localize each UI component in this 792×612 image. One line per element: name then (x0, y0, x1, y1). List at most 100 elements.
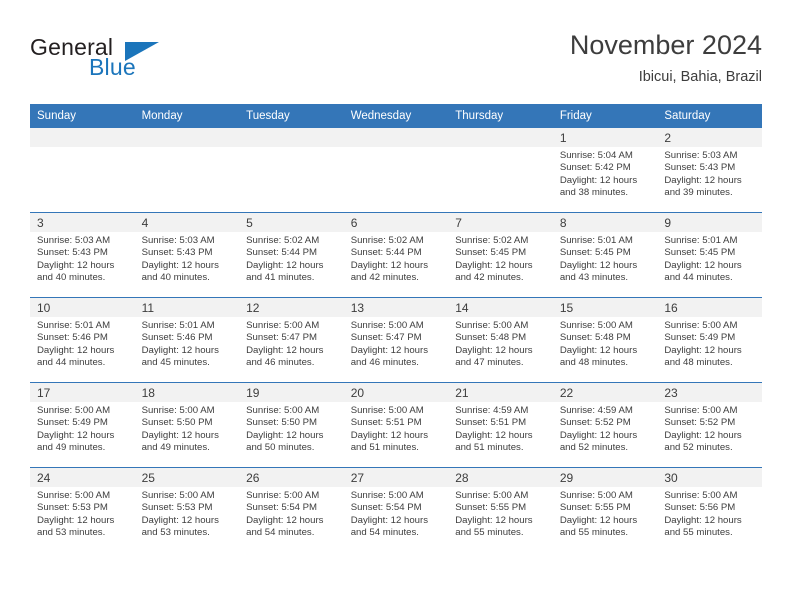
calendar-cell[interactable]: 5 Sunrise: 5:02 AM Sunset: 5:44 PM Daylight… (239, 212, 344, 298)
general-blue-logo[interactable]: General Blue (30, 34, 230, 88)
day-cell[interactable]: 21 Sunrise: 4:59 AM Sunset: 5:51 PM Dayligh… (448, 383, 553, 467)
day-cell-empty (134, 128, 240, 212)
calendar-cell[interactable]: 2 Sunrise: 5:03 AM Sunset: 5:43 PM Daylight… (657, 128, 762, 213)
calendar-cell[interactable] (239, 128, 344, 213)
calendar-cell[interactable] (448, 128, 553, 213)
day-cell[interactable]: 20 Sunrise: 5:00 AM Sunset: 5:51 PM Dayligh… (343, 383, 449, 467)
day-cell[interactable]: 24 Sunrise: 5:00 AM Sunset: 5:53 PM Dayligh… (30, 468, 135, 552)
sunset-text: Sunset: 5:46 PM (141, 332, 213, 344)
day-cell[interactable]: 22 Sunrise: 4:59 AM Sunset: 5:52 PM Dayligh… (552, 383, 658, 467)
calendar-cell[interactable]: 27 Sunrise: 5:00 AM Sunset: 5:54 PM Dayligh… (343, 467, 449, 552)
calendar-cell[interactable]: 18 Sunrise: 5:00 AM Sunset: 5:50 PM Dayligh… (134, 382, 240, 468)
day-number: 15 (552, 298, 658, 317)
day-cell[interactable]: 28 Sunrise: 5:00 AM Sunset: 5:55 PM Dayligh… (448, 468, 553, 552)
sun-info: Sunrise: 4:59 AM Sunset: 5:52 PM Daylight:… (553, 402, 658, 455)
daylight-text-line1: Daylight: 12 hours (350, 429, 429, 441)
calendar-cell[interactable]: 3 Sunrise: 5:03 AM Sunset: 5:43 PM Daylight… (30, 212, 135, 298)
sunrise-text: Sunrise: 5:00 AM (455, 320, 529, 331)
sunset-text: Sunset: 5:54 PM (350, 502, 422, 514)
day-cell[interactable]: 23 Sunrise: 5:00 AM Sunset: 5:52 PM Dayligh… (657, 383, 762, 467)
day-cell[interactable]: 10 Sunrise: 5:01 AM Sunset: 5:46 PM Dayligh… (30, 298, 135, 382)
calendar-cell[interactable]: 22 Sunrise: 4:59 AM Sunset: 5:52 PM Dayligh… (552, 382, 658, 468)
day-cell[interactable]: 30 Sunrise: 5:00 AM Sunset: 5:56 PM Dayligh… (657, 468, 762, 552)
sun-info: Sunrise: 5:01 AM Sunset: 5:45 PM Daylight:… (657, 232, 762, 285)
day-cell[interactable]: 15 Sunrise: 5:00 AM Sunset: 5:48 PM Dayligh… (552, 298, 658, 382)
sunset-text: Sunset: 5:55 PM (559, 502, 631, 514)
calendar-cell[interactable]: 26 Sunrise: 5:00 AM Sunset: 5:54 PM Dayligh… (239, 467, 344, 552)
day-number: 14 (448, 298, 553, 317)
day-cell[interactable]: 7 Sunrise: 5:02 AM Sunset: 5:45 PM Daylight… (448, 213, 553, 297)
day-number: 30 (657, 468, 762, 487)
day-cell[interactable]: 12 Sunrise: 5:00 AM Sunset: 5:47 PM Dayligh… (239, 298, 344, 382)
day-cell[interactable]: 8 Sunrise: 5:01 AM Sunset: 5:45 PM Daylight… (552, 213, 658, 297)
day-cell[interactable]: 26 Sunrise: 5:00 AM Sunset: 5:54 PM Dayligh… (239, 468, 344, 552)
day-number: 3 (30, 213, 135, 232)
daylight-text-line1: Daylight: 12 hours (246, 429, 324, 441)
day-number: 19 (239, 383, 344, 402)
day-cell-empty (30, 128, 135, 212)
day-cell[interactable]: 4 Sunrise: 5:03 AM Sunset: 5:43 PM Daylight… (134, 213, 240, 297)
day-cell[interactable]: 25 Sunrise: 5:00 AM Sunset: 5:53 PM Dayligh… (134, 468, 240, 552)
sunset-text: Sunset: 5:50 PM (141, 417, 213, 429)
daylight-text-line1: Daylight: 12 hours (350, 344, 429, 356)
sunrise-text: Sunrise: 5:03 AM (37, 235, 111, 246)
calendar-cell[interactable]: 30 Sunrise: 5:00 AM Sunset: 5:56 PM Dayligh… (657, 467, 762, 552)
calendar-cell[interactable]: 14 Sunrise: 5:00 AM Sunset: 5:48 PM Dayligh… (448, 297, 553, 383)
day-cell[interactable]: 11 Sunrise: 5:01 AM Sunset: 5:46 PM Dayligh… (134, 298, 240, 382)
day-cell[interactable]: 6 Sunrise: 5:02 AM Sunset: 5:44 PM Daylight… (343, 213, 449, 297)
calendar-cell[interactable]: 17 Sunrise: 5:00 AM Sunset: 5:49 PM Dayligh… (30, 382, 135, 468)
day-number: 17 (30, 383, 135, 402)
calendar-cell[interactable] (30, 128, 135, 213)
calendar-cell[interactable]: 20 Sunrise: 5:00 AM Sunset: 5:51 PM Dayligh… (343, 382, 449, 468)
day-cell[interactable]: 1 Sunrise: 5:04 AM Sunset: 5:42 PM Daylight… (552, 128, 658, 212)
sunrise-text: Sunrise: 5:00 AM (559, 320, 633, 331)
sunset-text: Sunset: 5:53 PM (37, 502, 108, 514)
day-number: 7 (448, 213, 553, 232)
day-cell[interactable]: 17 Sunrise: 5:00 AM Sunset: 5:49 PM Dayligh… (30, 383, 135, 467)
calendar-cell[interactable]: 4 Sunrise: 5:03 AM Sunset: 5:43 PM Daylight… (134, 212, 240, 298)
daylight-text-line2: and 43 minutes. (559, 272, 629, 284)
day-cell[interactable]: 27 Sunrise: 5:00 AM Sunset: 5:54 PM Dayligh… (343, 468, 449, 552)
sunrise-text: Sunrise: 5:00 AM (246, 320, 320, 331)
calendar-cell[interactable]: 12 Sunrise: 5:00 AM Sunset: 5:47 PM Dayligh… (239, 297, 344, 383)
calendar-cell[interactable]: 10 Sunrise: 5:01 AM Sunset: 5:46 PM Dayligh… (30, 297, 135, 383)
day-cell[interactable]: 5 Sunrise: 5:02 AM Sunset: 5:44 PM Daylight… (239, 213, 344, 297)
daylight-text-line2: and 48 minutes. (664, 357, 733, 369)
calendar-cell[interactable]: 7 Sunrise: 5:02 AM Sunset: 5:45 PM Daylight… (448, 212, 553, 298)
day-cell[interactable]: 29 Sunrise: 5:00 AM Sunset: 5:55 PM Dayligh… (552, 468, 658, 552)
calendar-cell[interactable]: 9 Sunrise: 5:01 AM Sunset: 5:45 PM Daylight… (657, 212, 762, 298)
sunrise-text: Sunrise: 5:00 AM (350, 405, 424, 416)
calendar-cell[interactable]: 11 Sunrise: 5:01 AM Sunset: 5:46 PM Dayligh… (134, 297, 240, 383)
calendar-cell[interactable]: 28 Sunrise: 5:00 AM Sunset: 5:55 PM Dayligh… (448, 467, 553, 552)
day-cell[interactable]: 19 Sunrise: 5:00 AM Sunset: 5:50 PM Dayligh… (239, 383, 344, 467)
calendar-cell[interactable]: 8 Sunrise: 5:01 AM Sunset: 5:45 PM Daylight… (552, 212, 658, 298)
daylight-text-line1: Daylight: 12 hours (559, 174, 638, 186)
sunset-text: Sunset: 5:43 PM (37, 247, 108, 259)
calendar-cell[interactable] (343, 128, 449, 213)
day-cell[interactable]: 18 Sunrise: 5:00 AM Sunset: 5:50 PM Dayligh… (134, 383, 240, 467)
calendar-cell[interactable]: 29 Sunrise: 5:00 AM Sunset: 5:55 PM Dayligh… (552, 467, 658, 552)
calendar-cell[interactable]: 6 Sunrise: 5:02 AM Sunset: 5:44 PM Daylight… (343, 212, 449, 298)
calendar-cell[interactable]: 23 Sunrise: 5:00 AM Sunset: 5:52 PM Dayligh… (657, 382, 762, 468)
calendar-cell[interactable]: 16 Sunrise: 5:00 AM Sunset: 5:49 PM Dayligh… (657, 297, 762, 383)
daylight-text-line1: Daylight: 12 hours (455, 259, 533, 271)
daylight-text-line1: Daylight: 12 hours (664, 514, 742, 526)
calendar-cell[interactable]: 13 Sunrise: 5:00 AM Sunset: 5:47 PM Dayligh… (343, 297, 449, 383)
calendar-body: 1 Sunrise: 5:04 AM Sunset: 5:42 PM Daylight… (30, 128, 762, 552)
day-cell[interactable]: 16 Sunrise: 5:00 AM Sunset: 5:49 PM Dayligh… (657, 298, 762, 382)
day-cell[interactable]: 14 Sunrise: 5:00 AM Sunset: 5:48 PM Dayligh… (448, 298, 553, 382)
day-cell[interactable]: 9 Sunrise: 5:01 AM Sunset: 5:45 PM Daylight… (657, 213, 762, 297)
day-cell[interactable]: 13 Sunrise: 5:00 AM Sunset: 5:47 PM Dayligh… (343, 298, 449, 382)
calendar-cell[interactable]: 25 Sunrise: 5:00 AM Sunset: 5:53 PM Dayligh… (134, 467, 240, 552)
calendar-cell[interactable]: 19 Sunrise: 5:00 AM Sunset: 5:50 PM Dayligh… (239, 382, 344, 468)
daylight-text-line2: and 52 minutes. (559, 442, 629, 454)
calendar-cell[interactable]: 1 Sunrise: 5:04 AM Sunset: 5:42 PM Daylight… (552, 128, 658, 213)
calendar-cell[interactable]: 24 Sunrise: 5:00 AM Sunset: 5:53 PM Dayligh… (30, 467, 135, 552)
calendar-cell[interactable]: 15 Sunrise: 5:00 AM Sunset: 5:48 PM Dayligh… (552, 297, 658, 383)
calendar-cell[interactable]: 21 Sunrise: 4:59 AM Sunset: 5:51 PM Dayligh… (448, 382, 553, 468)
daylight-text-line1: Daylight: 12 hours (664, 429, 742, 441)
day-cell[interactable]: 2 Sunrise: 5:03 AM Sunset: 5:43 PM Daylight… (657, 128, 762, 212)
calendar-cell[interactable] (134, 128, 240, 213)
sunrise-text: Sunrise: 5:01 AM (664, 235, 738, 246)
day-cell[interactable]: 3 Sunrise: 5:03 AM Sunset: 5:43 PM Daylight… (30, 213, 135, 297)
